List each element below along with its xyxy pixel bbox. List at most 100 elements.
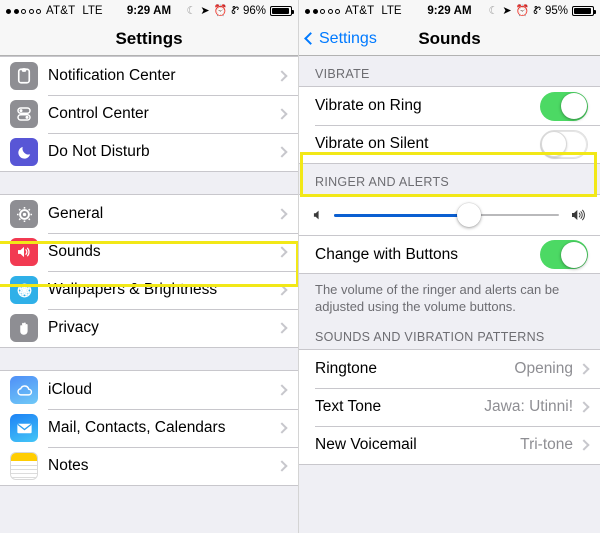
- chevron-right-icon: [276, 384, 288, 396]
- status-bar-left-group: AT&T LTE: [6, 5, 103, 17]
- ringer-group: Change with Buttons: [299, 194, 600, 274]
- sidebar-item-label: Control Center: [48, 105, 149, 122]
- vibrate-on-silent-toggle[interactable]: [540, 129, 588, 159]
- sidebar-item-label: Privacy: [48, 319, 99, 336]
- settings-group-2: General Sounds Wallpapers & Brightness P…: [0, 194, 298, 348]
- vibrate-group: Vibrate on Ring Vibrate on Silent: [299, 86, 600, 164]
- slider-thumb[interactable]: [457, 203, 481, 227]
- ringer-volume-slider[interactable]: [334, 203, 559, 227]
- chevron-right-icon: [578, 439, 590, 451]
- status-bar-left-group: AT&T LTE: [305, 5, 402, 17]
- status-bar-right-group: ☾ ➤ ⏰ Ꮡ 95%: [488, 4, 596, 17]
- sidebar-item-notes[interactable]: Notes: [0, 447, 298, 485]
- icloud-icon: [10, 376, 38, 404]
- sidebar-item-label: Notification Center: [48, 67, 176, 84]
- general-gear-icon: [10, 200, 38, 228]
- chevron-right-icon: [276, 460, 288, 472]
- sidebar-item-general[interactable]: General: [0, 195, 298, 233]
- chevron-right-icon: [276, 284, 288, 296]
- sidebar-item-label: Notes: [48, 457, 89, 474]
- volume-high-icon: [568, 207, 588, 223]
- row-label: Text Tone: [315, 398, 382, 416]
- sidebar-item-label: Wallpapers & Brightness: [48, 281, 218, 298]
- page-title: Sounds: [418, 28, 481, 48]
- row-text-tone[interactable]: Text Tone Jawa: Utinni!: [299, 388, 600, 427]
- bluetooth-icon: Ꮡ: [231, 4, 239, 17]
- right-phone-sounds-settings: AT&T LTE 9:29 AM ☾ ➤ ⏰ Ꮡ 95% Settings So…: [298, 0, 600, 533]
- sidebar-item-mail-contacts-calendars[interactable]: Mail, Contacts, Calendars: [0, 409, 298, 447]
- back-button-label: Settings: [319, 29, 377, 47]
- signal-strength-dots: [305, 8, 340, 14]
- sidebar-item-label: iCloud: [48, 381, 92, 398]
- moon-icon: ☾: [186, 4, 197, 17]
- ringer-volume-row[interactable]: [299, 195, 600, 235]
- chevron-right-icon: [276, 208, 288, 220]
- notes-icon: [10, 452, 38, 480]
- location-arrow-icon: ➤: [200, 4, 210, 17]
- section-header-ringer-and-alerts: RINGER AND ALERTS: [299, 164, 600, 194]
- chevron-right-icon: [276, 322, 288, 334]
- row-label: Vibrate on Silent: [315, 135, 429, 152]
- sidebar-item-label: Do Not Disturb: [48, 143, 150, 160]
- row-vibrate-on-ring[interactable]: Vibrate on Ring: [299, 87, 600, 125]
- row-value: Jawa: Utinni!: [484, 398, 573, 416]
- section-header-sounds-and-vibration-patterns: SOUNDS AND VIBRATION PATTERNS: [299, 319, 600, 350]
- row-label: Ringtone: [315, 360, 378, 378]
- row-label: New Voicemail: [315, 436, 417, 454]
- network-type-label: LTE: [82, 5, 103, 17]
- row-value: Opening: [514, 360, 573, 378]
- row-label: Vibrate on Ring: [315, 97, 422, 114]
- battery-percent-label: 95%: [544, 5, 568, 17]
- vibrate-on-ring-toggle[interactable]: [540, 91, 588, 121]
- settings-group-3: iCloud Mail, Contacts, Calendars Notes: [0, 370, 298, 486]
- dual-phone-screenshot: AT&T LTE 9:29 AM ☾ ➤ ⏰ Ꮡ 96% Settings No…: [0, 0, 600, 533]
- sidebar-item-sounds[interactable]: Sounds: [0, 233, 298, 271]
- sounds-speaker-icon: [10, 238, 38, 266]
- sidebar-item-control-center[interactable]: Control Center: [0, 95, 298, 133]
- carrier-label: AT&T: [46, 5, 76, 17]
- sidebar-item-privacy[interactable]: Privacy: [0, 309, 298, 347]
- sidebar-item-icloud[interactable]: iCloud: [0, 371, 298, 409]
- bluetooth-icon: Ꮡ: [533, 4, 541, 17]
- chevron-right-icon: [276, 108, 288, 120]
- settings-group-1: Notification Center Control Center Do No…: [0, 56, 298, 172]
- section-header-vibrate: VIBRATE: [299, 56, 600, 86]
- row-new-voicemail[interactable]: New Voicemail Tri-tone: [299, 426, 600, 465]
- privacy-hand-icon: [10, 314, 38, 342]
- chevron-right-icon: [276, 422, 288, 434]
- sidebar-item-notification-center[interactable]: Notification Center: [0, 57, 298, 95]
- battery-percent-label: 96%: [242, 5, 266, 17]
- status-bar-right: AT&T LTE 9:29 AM ☾ ➤ ⏰ Ꮡ 95%: [299, 0, 600, 22]
- battery-icon: [270, 6, 294, 16]
- status-bar-right-group: ☾ ➤ ⏰ Ꮡ 96%: [186, 4, 294, 17]
- row-vibrate-on-silent[interactable]: Vibrate on Silent: [299, 125, 600, 163]
- chevron-right-icon: [578, 363, 590, 375]
- row-ringtone[interactable]: Ringtone Opening: [299, 350, 600, 389]
- volume-low-icon: [311, 208, 325, 222]
- patterns-group: Ringtone Opening Text Tone Jawa: Utinni!…: [299, 349, 600, 466]
- page-title: Settings: [115, 28, 183, 48]
- sounds-table[interactable]: VIBRATE Vibrate on Ring Vibrate on Silen…: [299, 56, 600, 533]
- sidebar-item-do-not-disturb[interactable]: Do Not Disturb: [0, 133, 298, 171]
- group-spacer: [0, 172, 298, 194]
- notification-center-icon: [10, 62, 38, 90]
- sidebar-item-label: Sounds: [48, 243, 101, 260]
- chevron-right-icon: [276, 246, 288, 258]
- moon-icon: ☾: [488, 4, 499, 17]
- change-with-buttons-toggle[interactable]: [540, 240, 588, 269]
- group-spacer: [0, 348, 298, 370]
- chevron-right-icon: [276, 146, 288, 158]
- control-center-icon: [10, 100, 38, 128]
- sidebar-item-label: Mail, Contacts, Calendars: [48, 419, 226, 436]
- location-arrow-icon: ➤: [502, 4, 512, 17]
- chevron-left-icon: [304, 32, 317, 45]
- row-change-with-buttons[interactable]: Change with Buttons: [299, 235, 600, 273]
- back-button[interactable]: Settings: [304, 22, 377, 55]
- sidebar-item-wallpapers-brightness[interactable]: Wallpapers & Brightness: [0, 271, 298, 309]
- status-bar-left: AT&T LTE 9:29 AM ☾ ➤ ⏰ Ꮡ 96%: [0, 0, 298, 22]
- row-label: Change with Buttons: [315, 245, 459, 263]
- chevron-right-icon: [276, 70, 288, 82]
- sidebar-item-label: General: [48, 205, 104, 222]
- row-value: Tri-tone: [520, 436, 573, 454]
- settings-table-left[interactable]: Notification Center Control Center Do No…: [0, 56, 298, 533]
